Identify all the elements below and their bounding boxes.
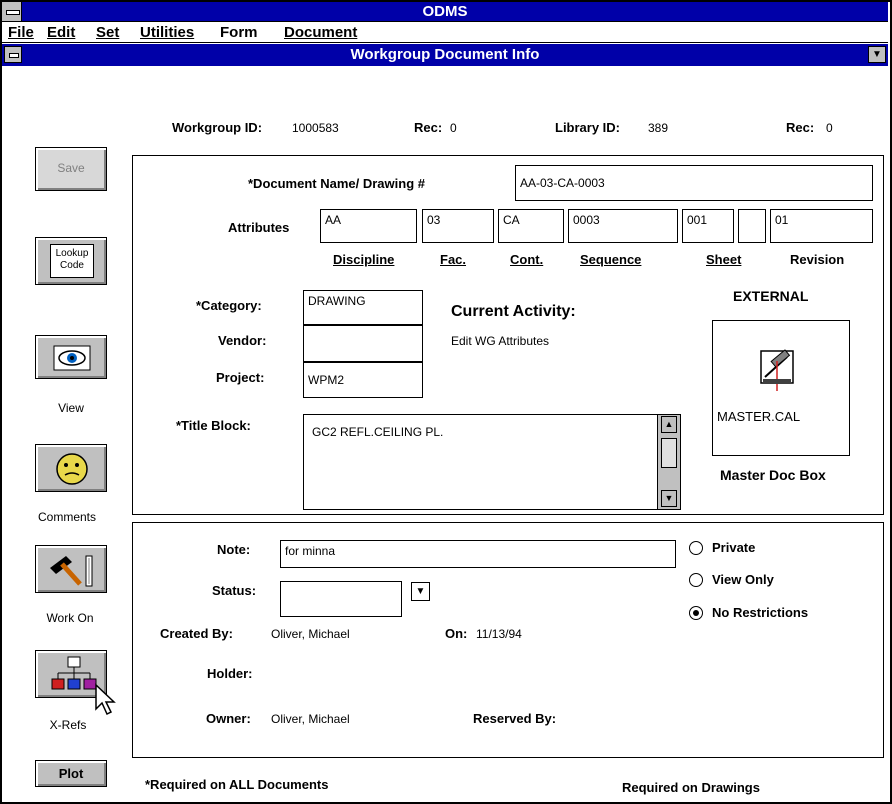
menu-document[interactable]: Document <box>284 22 357 43</box>
status-dropdown-icon[interactable]: ▼ <box>411 582 430 601</box>
app-title: ODMS <box>422 3 468 20</box>
master-doc-box-caption: Master Doc Box <box>720 467 826 483</box>
note-label: Note: <box>217 542 251 557</box>
menu-form[interactable]: Form <box>220 22 258 43</box>
lookup-label-line1: Lookup <box>55 248 89 259</box>
vendor-input[interactable] <box>303 325 423 362</box>
title-block-textarea[interactable]: GC2 REFL.CEILING PL. <box>303 414 681 510</box>
lookup-label-line2: Code <box>60 260 84 271</box>
menu-set[interactable]: Set <box>96 22 119 43</box>
status-select[interactable] <box>280 581 402 617</box>
radio-no-restrictions[interactable] <box>689 606 703 620</box>
radio-private[interactable] <box>689 541 703 555</box>
attr-revision-input[interactable]: 01 <box>770 209 873 243</box>
holder-label: Holder: <box>207 666 253 681</box>
workgroup-id-value: 1000583 <box>292 121 339 135</box>
project-label: Project: <box>216 370 265 385</box>
contract-caption: Cont. <box>510 252 544 267</box>
sheet-caption: Sheet <box>706 252 742 267</box>
sequence-caption: Sequence <box>580 252 642 267</box>
required-drawings-note: Required on Drawings <box>622 780 760 795</box>
menu-edit[interactable]: Edit <box>47 22 75 43</box>
current-activity-label: Current Activity: <box>451 303 576 320</box>
category-label: *Category: <box>196 298 262 313</box>
on-label: On: <box>445 626 468 641</box>
document-window-title-bar: Workgroup Document Info ▼ <box>2 44 888 66</box>
save-button-label: Save <box>57 161 85 175</box>
rec-label-2: Rec: <box>786 120 815 135</box>
menu-file[interactable]: File <box>8 22 34 43</box>
reserved-by-label: Reserved By: <box>473 711 557 726</box>
menu-utilities[interactable]: Utilities <box>140 22 194 43</box>
attributes-label: Attributes <box>228 220 290 235</box>
library-id-value: 389 <box>648 121 669 135</box>
revision-caption: Revision <box>790 252 845 267</box>
project-input[interactable]: WPM2 <box>303 362 423 398</box>
document-name-input[interactable]: AA-03-CA-0003 <box>515 165 873 201</box>
rec-label: Rec: <box>414 120 443 135</box>
title-block-text: GC2 REFL.CEILING PL. <box>312 425 444 439</box>
rec-value-2: 0 <box>826 121 833 135</box>
lookup-code-button[interactable]: Lookup Code <box>35 237 107 285</box>
plot-button[interactable]: Plot <box>35 760 107 787</box>
app-title-bar: ODMS <box>2 2 888 22</box>
status-label: Status: <box>212 583 257 598</box>
attr-sequence-input[interactable]: 0003 <box>568 209 678 243</box>
comments-caption: Comments <box>37 510 96 524</box>
plot-button-label: Plot <box>58 766 84 781</box>
work-on-button[interactable] <box>35 545 107 593</box>
face-icon <box>56 453 88 485</box>
radio-private-label: Private <box>712 540 756 555</box>
master-doc-box[interactable]: MASTER.CAL <box>712 320 850 456</box>
scroll-down-icon[interactable]: ▼ <box>661 490 677 507</box>
created-by-label: Created By: <box>160 626 233 641</box>
radio-no-restrictions-label: No Restrictions <box>712 605 809 620</box>
work-on-caption: Work On <box>46 611 94 625</box>
current-activity-value: Edit WG Attributes <box>451 334 550 348</box>
rec-value: 0 <box>450 121 457 135</box>
title-block-scrollbar[interactable]: ▲ ▼ <box>657 415 680 509</box>
owner-value: Oliver, Michael <box>271 712 350 726</box>
radio-view-only[interactable] <box>689 573 703 587</box>
radio-view-only-label: View Only <box>712 572 774 587</box>
attr-facility-input[interactable]: 03 <box>422 209 494 243</box>
attr-sheet-suffix-input[interactable] <box>738 209 766 243</box>
scroll-thumb[interactable] <box>661 438 677 468</box>
created-by-value: Oliver, Michael <box>271 627 350 641</box>
discipline-caption: Discipline <box>333 252 395 267</box>
master-file-name: MASTER.CAL <box>717 409 801 424</box>
save-button[interactable]: Save <box>35 147 107 191</box>
window-title: Workgroup Document Info <box>350 46 540 63</box>
cad-drawing-icon <box>760 349 794 391</box>
lookup-code-icon: Lookup Code <box>50 244 94 278</box>
window-control-icon[interactable] <box>4 46 22 63</box>
title-block-label: *Title Block: <box>176 418 251 433</box>
facility-caption: Fac. <box>440 252 467 267</box>
menu-bar: File Edit Set Utilities Form Document <box>2 22 888 43</box>
document-name-label: *Document Name/ Drawing # <box>248 176 425 191</box>
mouse-cursor-icon <box>95 683 116 716</box>
system-menu-icon[interactable] <box>2 2 22 21</box>
comments-button[interactable] <box>35 444 107 492</box>
view-button[interactable] <box>35 335 107 379</box>
workgroup-id-label: Workgroup ID: <box>172 120 263 135</box>
dropdown-arrow-icon[interactable]: ▼ <box>868 46 886 63</box>
required-all-note: *Required on ALL Documents <box>145 777 329 792</box>
hammer-icon <box>50 555 93 587</box>
note-input[interactable]: for minna <box>280 540 676 568</box>
xrefs-caption: X-Refs <box>49 718 87 732</box>
owner-label: Owner: <box>206 711 251 726</box>
external-label: EXTERNAL <box>733 288 809 304</box>
scroll-up-icon[interactable]: ▲ <box>661 416 677 433</box>
library-id-label: Library ID: <box>555 120 621 135</box>
category-input[interactable]: DRAWING <box>303 290 423 325</box>
view-caption: View <box>58 401 84 415</box>
vendor-label: Vendor: <box>218 333 267 348</box>
attr-sheet-input[interactable]: 001 <box>682 209 734 243</box>
attr-discipline-input[interactable]: AA <box>320 209 417 243</box>
on-date-value: 11/13/94 <box>476 627 522 641</box>
eye-icon <box>53 345 91 371</box>
attr-contract-input[interactable]: CA <box>498 209 564 243</box>
